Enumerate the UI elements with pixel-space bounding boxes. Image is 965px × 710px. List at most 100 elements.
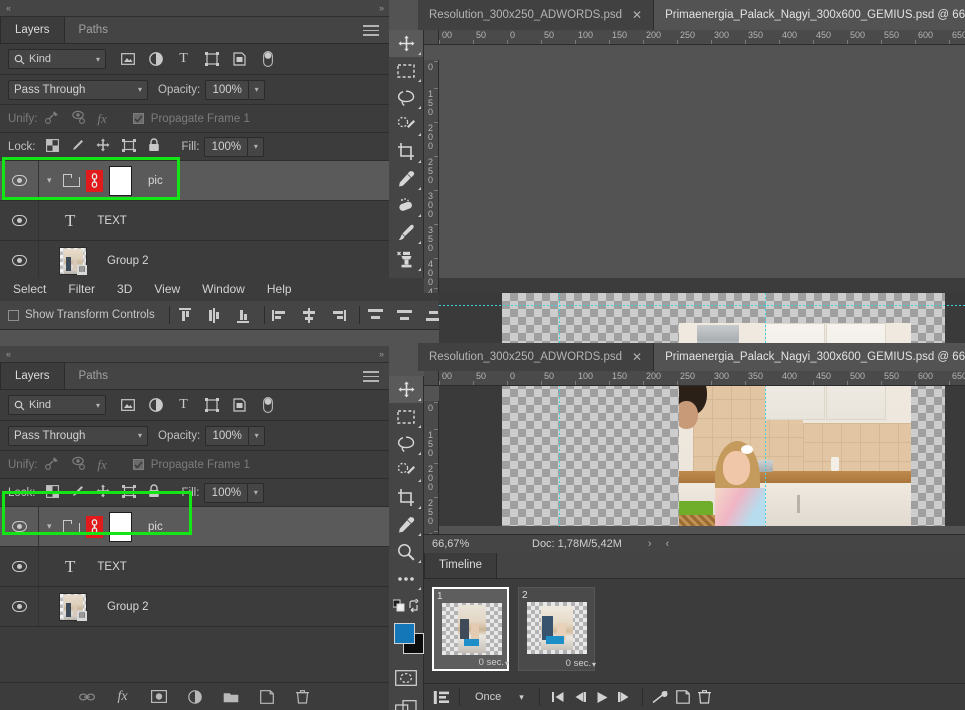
propagate-frame-checkbox-top[interactable] (132, 113, 144, 124)
play-animation-button[interactable] (591, 687, 613, 707)
unify-style-icon-top[interactable]: fx (97, 111, 106, 127)
layer-visibility-toggle-pic-bottom[interactable] (0, 521, 38, 532)
filter-adjustment-layers-icon-top[interactable] (148, 52, 163, 67)
layer-row-text-bottom[interactable]: T TEXT (0, 547, 389, 587)
layer-name-group2-bottom[interactable]: Group 2 (107, 601, 149, 613)
close-icon-adwords-top[interactable]: ✕ (632, 8, 642, 22)
lasso-tool-bottom[interactable] (389, 430, 423, 457)
eyedropper-tool-bottom[interactable] (389, 511, 423, 538)
close-icon-adwords-bottom[interactable]: ✕ (632, 350, 642, 364)
layer-name-group2-top[interactable]: Group 2 (107, 255, 149, 267)
filter-shape-layers-icon-top[interactable] (204, 52, 219, 67)
tab-paths-top[interactable]: Paths (65, 17, 122, 43)
move-tool-top[interactable] (389, 30, 423, 57)
loop-option-select[interactable]: Once ▾ (467, 691, 532, 703)
blend-mode-select-top[interactable]: Pass Through ▾ (8, 79, 148, 100)
propagate-frame-checkbox-bottom[interactable] (132, 459, 144, 470)
unify-style-icon-bottom[interactable]: fx (97, 457, 106, 473)
new-layer-button[interactable] (259, 689, 275, 705)
delete-layer-button[interactable] (295, 689, 311, 705)
document-tab-gemius-top[interactable]: Primaenergia_Palack_Nagyi_300x600_GEMIUS… (654, 0, 965, 30)
distribute-top-edges-icon[interactable] (367, 307, 384, 323)
convert-to-video-timeline-button[interactable] (430, 687, 452, 707)
crop-tool-bottom[interactable] (389, 484, 423, 511)
layer-row-text-top[interactable]: T TEXT (0, 201, 389, 241)
layer-mask-link-icon-pic-bottom[interactable] (86, 515, 103, 538)
layer-visibility-toggle-text-bottom[interactable] (0, 561, 38, 572)
layer-visibility-toggle-text-top[interactable] (0, 215, 38, 226)
lock-transparent-pixels-icon-top[interactable] (45, 138, 59, 155)
unify-visibility-icon-bottom[interactable] (71, 456, 86, 474)
layer-mask-thumbnail-pic-bottom[interactable] (109, 511, 132, 542)
align-left-edges-icon[interactable] (272, 307, 289, 323)
timeline-frame-2-duration[interactable]: 0 sec. (566, 658, 591, 669)
filter-enable-toggle-top[interactable] (260, 51, 275, 67)
timeline-frame-2[interactable]: 2 0 sec. ▾ (518, 587, 596, 671)
layer-name-text-bottom[interactable]: TEXT (97, 561, 126, 573)
align-right-edges-icon[interactable] (330, 307, 347, 323)
lock-image-pixels-icon-bottom[interactable] (71, 485, 84, 501)
layer-row-pic-top[interactable]: ▾ pic (0, 161, 389, 201)
zoom-level-value[interactable]: 66,67% (424, 538, 496, 550)
document-tab-gemius-bottom[interactable]: Primaenergia_Palack_Nagyi_300x600_GEMIUS… (654, 343, 965, 371)
lasso-tool-top[interactable] (389, 84, 423, 111)
tab-layers-top[interactable]: Layers (0, 17, 65, 43)
lock-artboard-nesting-icon-bottom[interactable] (121, 484, 136, 501)
zoom-tool-bottom[interactable] (389, 538, 423, 565)
tab-paths-bottom[interactable]: Paths (65, 363, 122, 389)
collapse-right-icon[interactable]: » (379, 3, 384, 13)
default-colors-and-swap-bottom[interactable] (389, 592, 423, 619)
filter-pixel-layers-icon-top[interactable] (120, 52, 135, 67)
new-adjustment-layer-button[interactable] (187, 689, 203, 705)
filter-enable-toggle-bottom[interactable] (260, 397, 275, 413)
layer-visibility-toggle-group2-bottom[interactable] (0, 601, 38, 612)
panel-menu-icon-bottom[interactable] (363, 371, 379, 385)
color-swatches-bottom[interactable] (389, 619, 424, 663)
quick-selection-tool-bottom[interactable] (389, 457, 423, 484)
document-tab-adwords-bottom[interactable]: Resolution_300x250_ADWORDS.psd ✕ (418, 343, 655, 371)
fill-value-bottom[interactable]: 100% (204, 482, 249, 503)
chevron-down-icon-frame-1[interactable]: ▾ (505, 659, 509, 668)
lock-transparent-pixels-icon-bottom[interactable] (45, 484, 59, 501)
lock-all-icon-top[interactable] (148, 138, 160, 155)
fill-value-top[interactable]: 100% (204, 136, 249, 157)
quick-selection-tool-top[interactable] (389, 111, 423, 138)
unify-position-icon-bottom[interactable] (45, 456, 60, 474)
panel-collapse-bar-top[interactable]: « » (0, 0, 389, 17)
select-next-frame-button[interactable] (613, 687, 635, 707)
panel-menu-icon-top[interactable] (363, 25, 379, 39)
filter-kind-select-top[interactable]: Kind ▾ (8, 49, 106, 69)
move-tool-bottom[interactable] (389, 376, 423, 403)
collapse-right-icon-bottom[interactable]: » (379, 349, 384, 359)
quick-mask-mode-button-bottom[interactable] (389, 663, 423, 693)
filter-adjustment-layers-icon-bottom[interactable] (148, 398, 163, 413)
layer-name-text-top[interactable]: TEXT (97, 215, 126, 227)
new-group-button[interactable] (223, 689, 239, 705)
layer-name-pic-bottom[interactable]: pic (148, 521, 163, 533)
filter-smart-objects-icon-bottom[interactable] (232, 398, 247, 413)
filter-type-layers-icon-top[interactable]: T (176, 51, 191, 67)
collapse-left-icon[interactable]: « (6, 3, 11, 13)
screen-mode-button-bottom[interactable] (389, 693, 423, 710)
tab-timeline[interactable]: Timeline (424, 553, 498, 578)
rectangular-marquee-tool-top[interactable] (389, 57, 423, 84)
unify-position-icon-top[interactable] (45, 110, 60, 128)
lock-all-icon-bottom[interactable] (148, 484, 160, 501)
rectangular-marquee-tool-bottom[interactable] (389, 403, 423, 430)
layer-visibility-toggle-pic-top[interactable] (0, 175, 38, 186)
clone-stamp-tool-top[interactable] (389, 246, 423, 273)
document-tab-adwords-top[interactable]: Resolution_300x250_ADWORDS.psd ✕ (418, 0, 655, 30)
healing-brush-tool-top[interactable] (389, 192, 423, 219)
timeline-frame-1-duration[interactable]: 0 sec. (479, 657, 504, 668)
link-layers-button[interactable] (78, 689, 95, 705)
menu-item-help[interactable]: Help (256, 278, 303, 301)
show-transform-controls-checkbox[interactable] (8, 309, 19, 321)
select-previous-frame-button[interactable] (569, 687, 591, 707)
opacity-stepper-top[interactable]: ▾ (249, 79, 266, 100)
panel-collapse-bar-bottom[interactable]: « » (0, 346, 389, 363)
opacity-stepper-bottom[interactable]: ▾ (249, 425, 266, 446)
chevron-down-icon-frame-2[interactable]: ▾ (592, 660, 596, 669)
align-vertical-centers-icon[interactable] (206, 307, 223, 323)
chevron-down-icon-group-pic-top[interactable]: ▾ (47, 175, 57, 186)
lock-position-icon-bottom[interactable] (96, 484, 110, 501)
